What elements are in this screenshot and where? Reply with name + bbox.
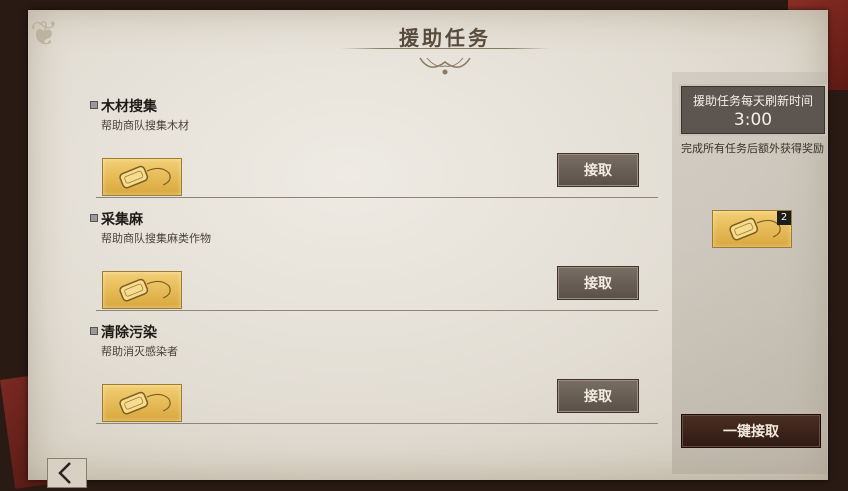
title-divider (340, 48, 550, 49)
task-item: 清除污染 帮助消灭感染者 接取 (90, 322, 658, 434)
reward-item[interactable] (102, 271, 182, 309)
reward-item[interactable] (102, 158, 182, 196)
reward-item[interactable] (102, 384, 182, 422)
dog-tag-icon (119, 278, 171, 302)
task-description: 帮助消灭感染者 (101, 345, 178, 358)
task-item: 木材搜集 帮助商队搜集木材 接取 (90, 96, 658, 208)
task-name: 采集麻 (101, 212, 143, 228)
task-divider (96, 197, 658, 198)
task-divider (96, 423, 658, 424)
refresh-time: 3:00 (733, 110, 773, 130)
task-description: 帮助商队搜集麻类作物 (101, 232, 211, 245)
task-divider (96, 310, 658, 311)
page-title: 援助任务 (399, 26, 491, 50)
accept-button[interactable]: 接取 (557, 153, 639, 187)
accept-all-button[interactable]: 一键接取 (681, 414, 821, 448)
title-area: 援助任务 (340, 14, 550, 84)
bullet-icon (90, 101, 98, 109)
corner-ornament-icon: ❦ (30, 14, 59, 54)
title-ornament-icon (419, 57, 471, 75)
task-description: 帮助商队搜集木材 (101, 119, 189, 132)
back-button[interactable] (47, 458, 87, 488)
dog-tag-icon (119, 165, 171, 189)
bonus-reward-item[interactable]: 2 (712, 210, 792, 248)
refresh-time-box: 援助任务每天刷新时间 3:00 (679, 84, 827, 136)
task-item: 采集麻 帮助商队搜集麻类作物 接取 (90, 209, 658, 321)
refresh-label: 援助任务每天刷新时间 (692, 94, 813, 108)
dog-tag-icon (119, 391, 171, 415)
reward-count-badge: 2 (777, 211, 791, 225)
bullet-icon (90, 214, 98, 222)
accept-button[interactable]: 接取 (557, 379, 639, 413)
task-name: 清除污染 (101, 325, 157, 341)
bonus-description: 完成所有任务后额外获得奖励 (681, 142, 824, 155)
accept-button[interactable]: 接取 (557, 266, 639, 300)
bullet-icon (90, 327, 98, 335)
task-name: 木材搜集 (101, 99, 157, 115)
